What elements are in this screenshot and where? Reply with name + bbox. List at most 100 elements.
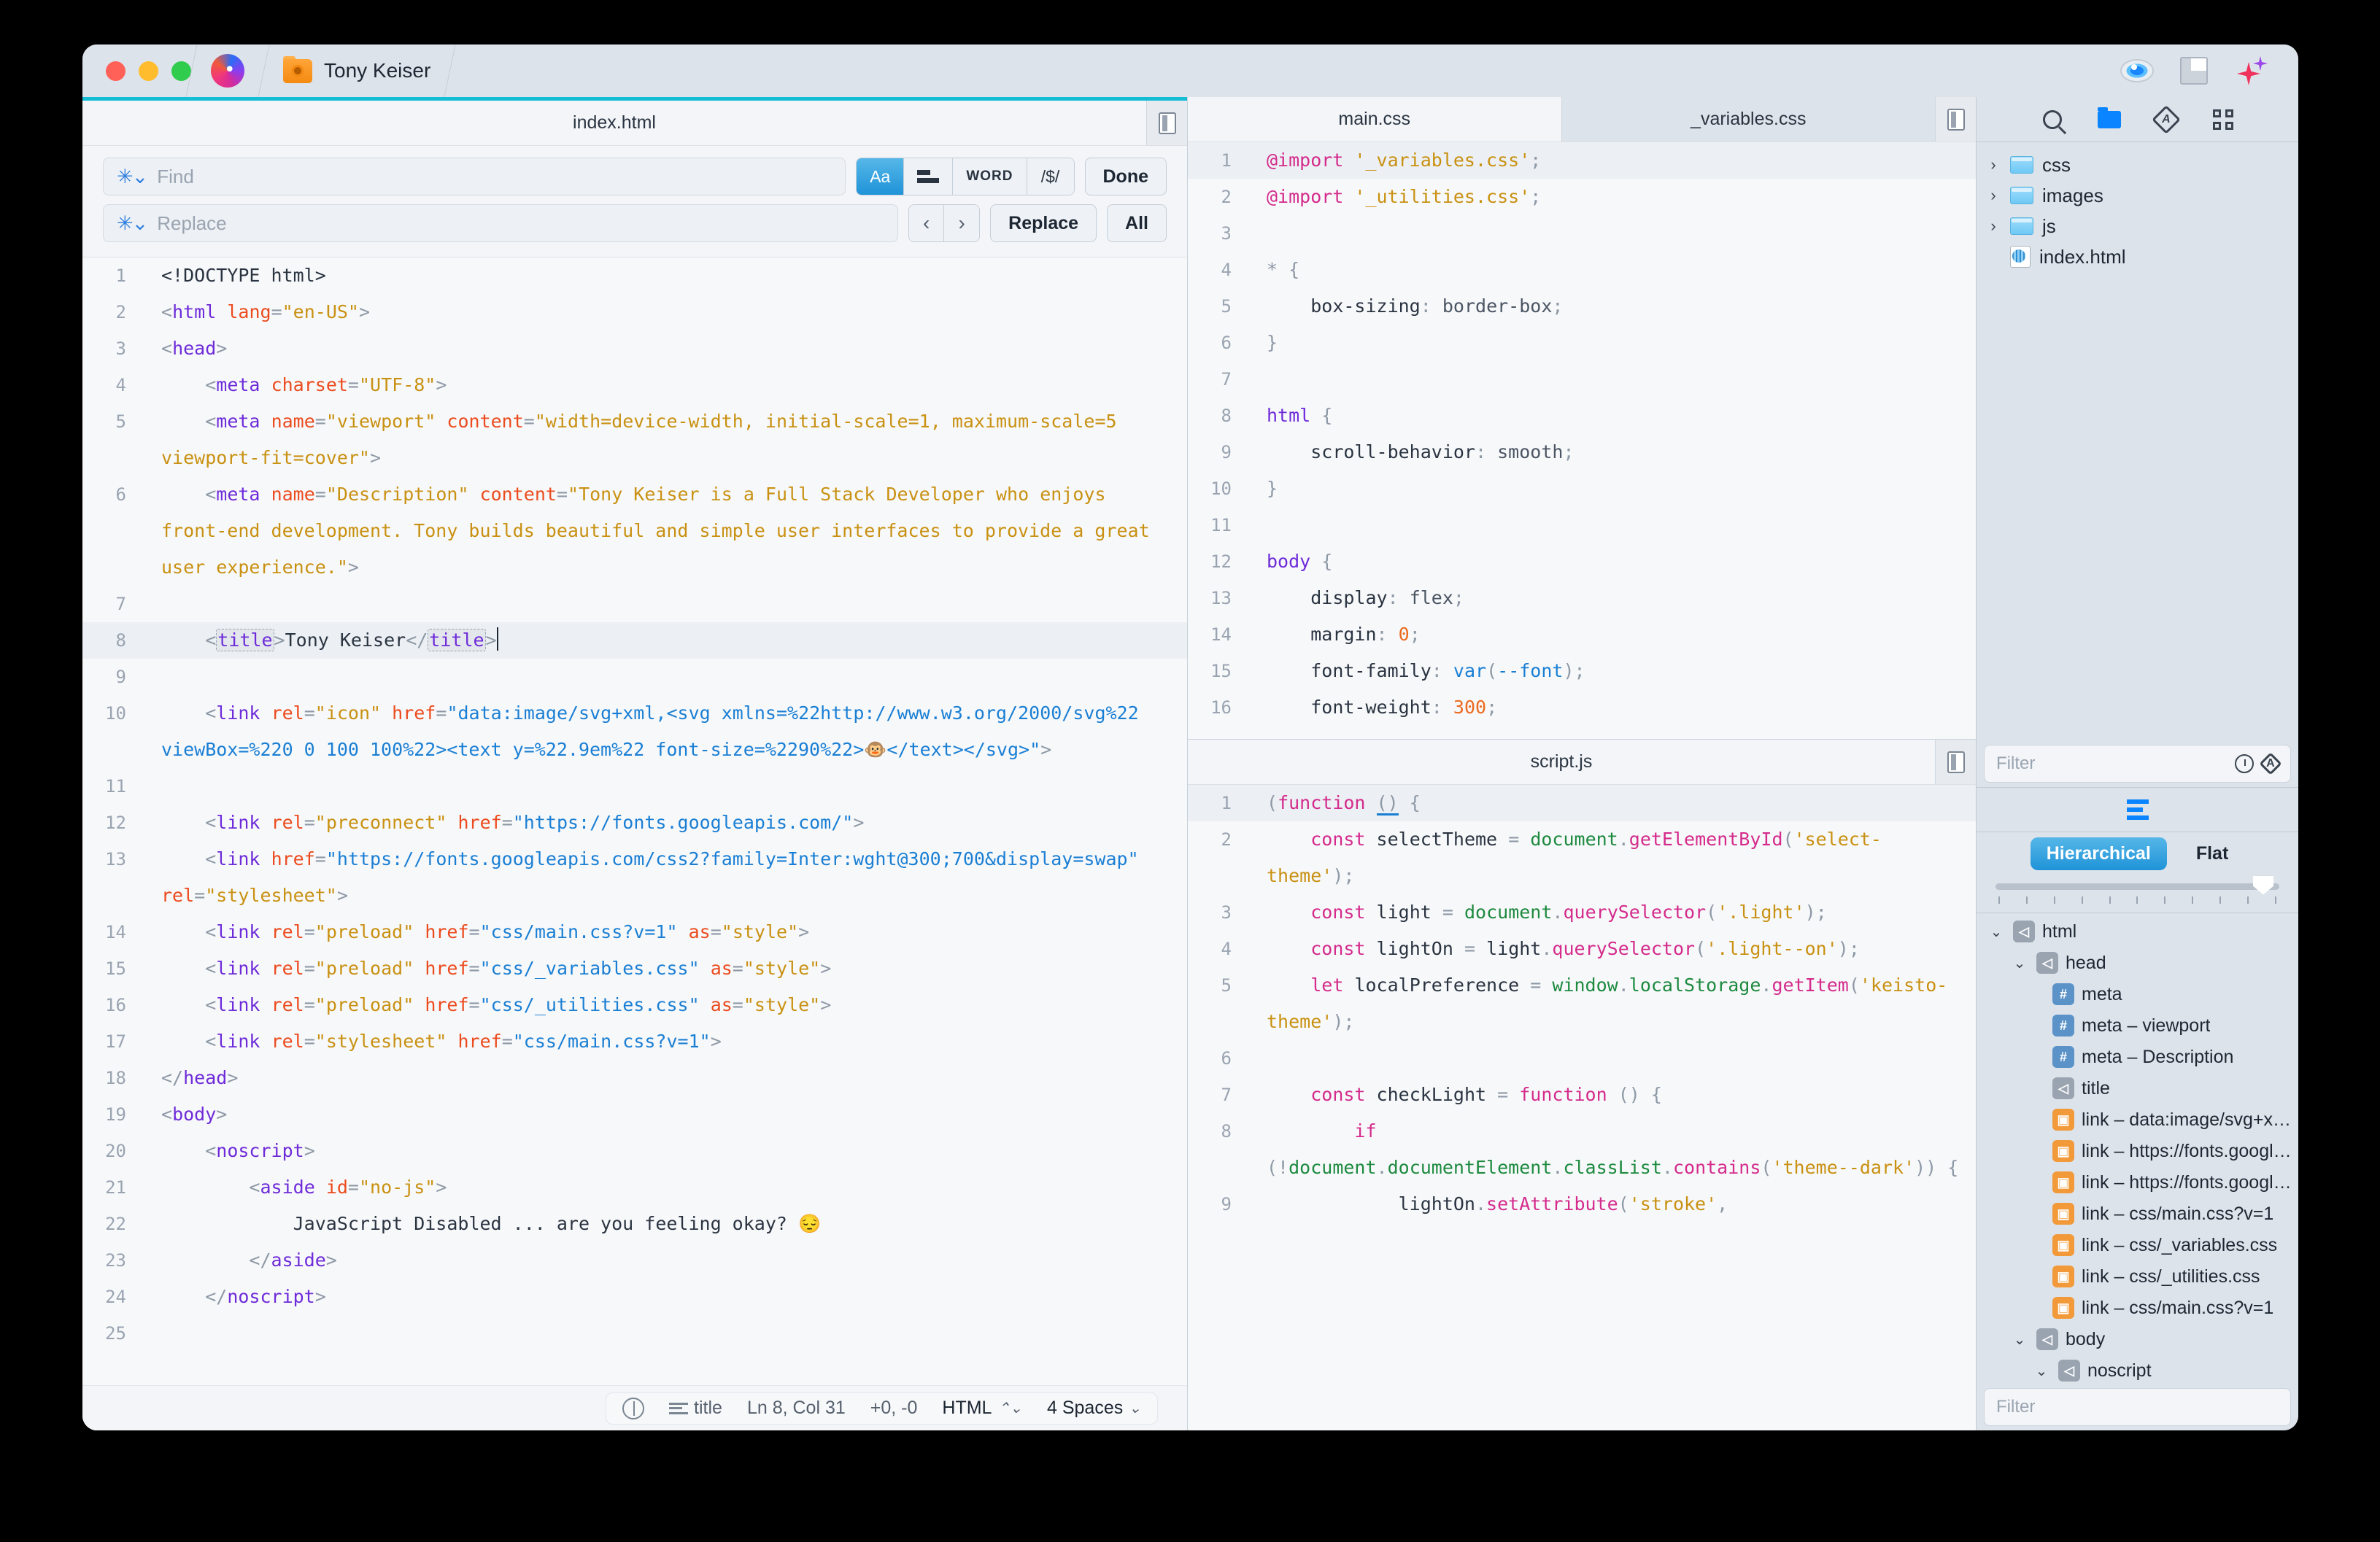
js-code-area[interactable]: 1(function () { 2 const selectTheme = do… — [1188, 785, 1976, 1430]
code-line[interactable]: 22 JavaScript Disabled ... are you feeli… — [82, 1206, 1187, 1242]
chevron-down-icon[interactable]: ⌄ — [2010, 954, 2029, 972]
toggle-sidebar-button[interactable] — [1146, 101, 1187, 145]
dom-node-body[interactable]: ⌄ ◁ body — [1977, 1324, 2298, 1355]
css-panel-toggle-button[interactable] — [1935, 97, 1976, 142]
code-line[interactable]: 18</head> — [82, 1060, 1187, 1096]
code-line[interactable]: 2@import '_utilities.css'; — [1188, 179, 1976, 215]
code-line[interactable]: 4 const lightOn = light.querySelector('.… — [1188, 931, 1976, 967]
code-line[interactable]: 6 — [1188, 1040, 1976, 1077]
code-line[interactable]: 4 <meta charset="UTF-8"> — [82, 367, 1187, 403]
code-line[interactable]: 21 <aside id="no-js"> — [82, 1169, 1187, 1206]
app-icon-segment[interactable] — [192, 44, 263, 97]
html-code-area[interactable]: 1<!DOCTYPE html> 2<html lang="en-US"> 3<… — [82, 257, 1187, 1385]
code-line[interactable]: 8 if (!document.documentElement.classLis… — [1188, 1113, 1976, 1186]
code-line[interactable]: 13 <link href="https://fonts.googleapis.… — [82, 841, 1187, 914]
code-line[interactable]: 14 margin: 0; — [1188, 616, 1976, 653]
file-tree-item-css[interactable]: › css — [1977, 150, 2298, 180]
code-line[interactable]: 13 display: flex; — [1188, 580, 1976, 616]
code-line[interactable]: 25 — [82, 1315, 1187, 1352]
code-line[interactable]: 23 </aside> — [82, 1242, 1187, 1279]
tab-index-html[interactable]: index.html — [82, 101, 1146, 145]
code-line[interactable]: 6 <meta name="Description" content="Tony… — [82, 476, 1187, 586]
dom-filter-input[interactable]: Filter — [1984, 1388, 2291, 1426]
find-done-button[interactable]: Done — [1085, 158, 1167, 195]
recent-clock-icon[interactable] — [2235, 754, 2254, 773]
code-line[interactable]: 2 const selectTheme = document.getElemen… — [1188, 821, 1976, 894]
code-line[interactable]: 16 <link rel="preload" href="css/_utilit… — [82, 987, 1187, 1023]
grid-icon[interactable] — [2211, 107, 2236, 132]
code-line[interactable]: 5 let localPreference = window.localStor… — [1188, 967, 1976, 1040]
file-filter-input[interactable]: Filter — [1984, 745, 2291, 783]
dom-node-link[interactable]: ▣ link – https://fonts.googlea… — [1977, 1167, 2298, 1198]
dom-node-link[interactable]: ▣ link – css/_variables.css — [1977, 1230, 2298, 1261]
dom-node-link[interactable]: ▣ link – css/main.css?v=1 — [1977, 1198, 2298, 1230]
search-icon[interactable] — [2040, 107, 2065, 132]
code-line[interactable]: 3 — [1188, 215, 1976, 252]
chevron-right-icon[interactable]: › — [1985, 186, 2001, 205]
code-line[interactable]: 9 — [82, 659, 1187, 695]
code-line[interactable]: 17 <link rel="stylesheet" href="css/main… — [82, 1023, 1187, 1060]
code-line[interactable]: 12body { — [1188, 543, 1976, 580]
code-line[interactable]: 11 — [82, 768, 1187, 805]
dom-node-head[interactable]: ⌄ ◁ head — [1977, 948, 2298, 979]
code-line[interactable]: 9 scroll-behavior: smooth; — [1188, 434, 1976, 470]
tab-variables-css[interactable]: _variables.css — [1561, 97, 1936, 142]
dom-node-meta[interactable]: # meta — [1977, 979, 2298, 1010]
code-line[interactable]: 7 — [1188, 361, 1976, 398]
dom-node-meta-description[interactable]: # meta – Description — [1977, 1042, 2298, 1073]
chevron-down-icon[interactable]: ⌄ — [2032, 1362, 2051, 1380]
dom-node-title[interactable]: ◁ title — [1977, 1073, 2298, 1104]
css-code-area[interactable]: 1@import '_variables.css'; 2@import '_ut… — [1188, 142, 1976, 739]
code-line[interactable]: 7 — [82, 586, 1187, 622]
chevron-down-icon[interactable]: ⌄ — [2010, 1330, 2029, 1349]
folder-icon[interactable] — [2097, 107, 2122, 132]
code-line[interactable]: 3<head> — [82, 330, 1187, 367]
symbol-indicator[interactable]: title — [669, 1398, 722, 1419]
code-line[interactable]: 4* { — [1188, 252, 1976, 288]
chevron-right-icon[interactable]: › — [1985, 155, 2001, 174]
code-line-active[interactable]: 1@import '_variables.css'; — [1188, 142, 1976, 179]
chevron-down-icon[interactable]: ⌄ — [1987, 923, 2006, 941]
code-line[interactable]: 2<html lang="en-US"> — [82, 294, 1187, 330]
code-line[interactable]: 5 box-sizing: border-box; — [1188, 288, 1976, 325]
language-selector[interactable]: HTML⌃⌄ — [942, 1398, 1022, 1419]
code-line[interactable]: 9 lightOn.setAttribute('stroke', — [1188, 1186, 1976, 1223]
slider-thumb[interactable] — [2253, 876, 2273, 895]
window-traffic-lights[interactable] — [82, 61, 191, 81]
replace-options-icon[interactable]: ✳⌄ — [117, 212, 147, 235]
find-input[interactable]: ✳⌄ Find — [103, 158, 846, 195]
match-style-toggle[interactable] — [904, 158, 953, 195]
code-line[interactable]: 1<!DOCTYPE html> — [82, 257, 1187, 294]
maximize-window-button[interactable] — [171, 61, 191, 81]
code-line-active[interactable]: 1(function () { — [1188, 785, 1976, 821]
split-editor-button[interactable] — [622, 1398, 644, 1419]
js-panel-toggle-button[interactable] — [1935, 740, 1976, 784]
find-previous-button[interactable]: ‹ — [909, 205, 944, 241]
file-tree-item-images[interactable]: › images — [1977, 180, 2298, 211]
replace-input[interactable]: ✳⌄ Replace — [103, 204, 898, 242]
find-options-icon[interactable]: ✳⌄ — [117, 166, 147, 188]
code-line[interactable]: 16 font-weight: 300; — [1188, 689, 1976, 726]
tab-main-css[interactable]: main.css — [1188, 97, 1561, 142]
regex-toggle[interactable]: /$/ — [1027, 158, 1074, 195]
find-nav-buttons[interactable]: ‹ › — [908, 204, 980, 242]
tab-script-js[interactable]: script.js — [1188, 740, 1935, 784]
project-segment[interactable]: Tony Keiser — [264, 44, 449, 97]
whole-word-toggle[interactable]: WORD — [953, 158, 1027, 195]
code-line[interactable]: 7 const checkLight = function () { — [1188, 1077, 1976, 1113]
preview-eye-icon[interactable] — [2122, 61, 2152, 81]
code-line[interactable]: 10 <link rel="icon" href="data:image/svg… — [82, 695, 1187, 768]
minimize-window-button[interactable] — [139, 61, 158, 81]
code-line[interactable]: 15 font-family: var(--font); — [1188, 653, 1976, 689]
view-mode-hierarchical[interactable]: Hierarchical — [2031, 837, 2167, 870]
dom-node-link[interactable]: ▣ link – css/_utilities.css — [1977, 1261, 2298, 1293]
symbols-icon[interactable] — [2154, 107, 2179, 132]
chevron-right-icon[interactable]: › — [1985, 217, 2001, 236]
replace-button[interactable]: Replace — [990, 204, 1097, 242]
code-line[interactable]: 20 <noscript> — [82, 1133, 1187, 1169]
code-line[interactable]: 8html { — [1188, 398, 1976, 434]
view-mode-flat[interactable]: Flat — [2180, 837, 2244, 870]
find-next-button[interactable]: › — [944, 205, 979, 241]
match-case-toggle[interactable]: Aa — [857, 158, 904, 195]
code-line[interactable]: 10} — [1188, 470, 1976, 507]
